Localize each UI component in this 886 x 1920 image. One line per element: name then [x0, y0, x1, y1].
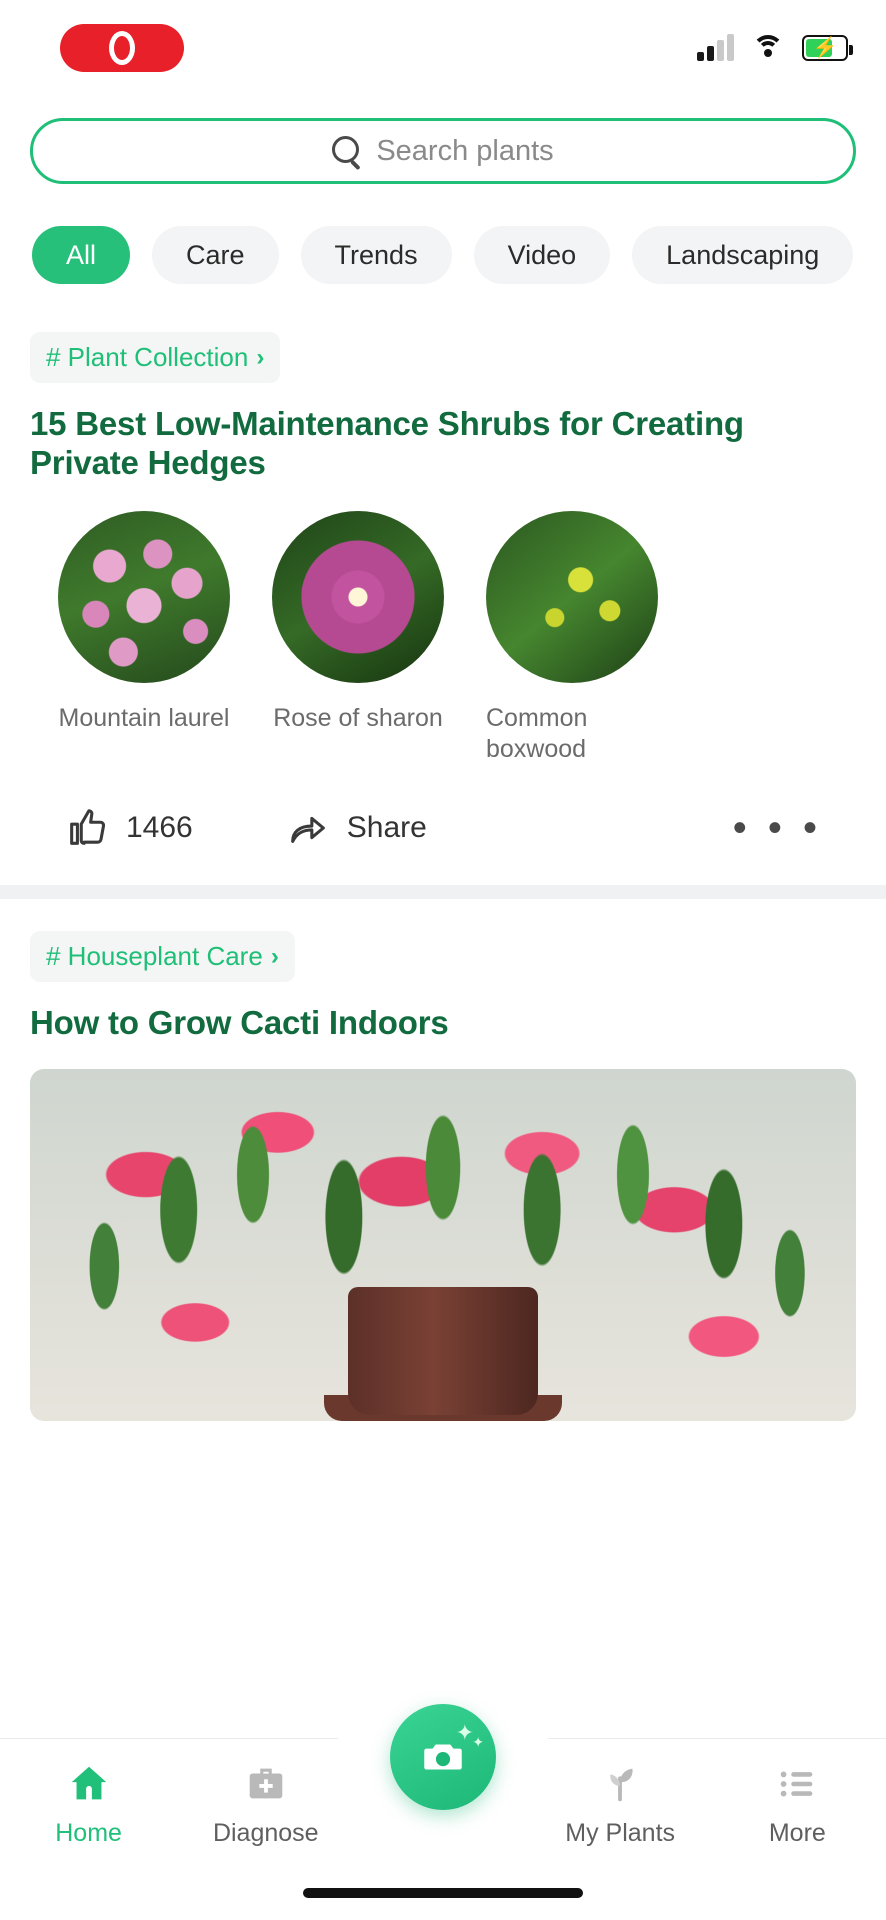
category-chips[interactable]: All Care Trends Video Landscaping [0, 225, 886, 285]
plant-name: Rose of sharon [273, 703, 443, 732]
plant-name: Common boxwood [486, 703, 588, 764]
first-aid-kit-icon [249, 1768, 283, 1799]
article-tag-plant-collection[interactable]: # Plant Collection › [30, 332, 281, 383]
chip-landscaping[interactable]: Landscaping [632, 226, 854, 284]
article-tag-label: # Plant Collection [46, 342, 249, 372]
search-icon [332, 136, 362, 166]
article-card-cacti[interactable]: # Houseplant Care › How to Grow Cacti In… [0, 899, 886, 1043]
tab-label: More [768, 1819, 826, 1847]
status-icons: ⚡ [697, 34, 853, 61]
chip-care[interactable]: Care [152, 226, 279, 284]
article-feed: # Plant Collection › 15 Best Low-Mainten… [0, 300, 886, 1920]
home-indicator[interactable] [303, 1888, 583, 1898]
article-hero-image[interactable] [30, 1069, 856, 1422]
plant-thumbnail-row[interactable]: Mountain laurel Rose of sharon Common bo… [30, 510, 856, 766]
thumbs-up-icon [70, 809, 106, 846]
tab-label: Home [55, 1819, 122, 1847]
plant-item[interactable]: Rose of sharon [272, 510, 444, 766]
recording-pill [60, 24, 184, 72]
app-screen: ⚡ Search plants All Care Trends Video La… [0, 0, 886, 1920]
plant-thumbnail-image [58, 510, 230, 683]
wifi-icon [752, 35, 784, 61]
article-tag-houseplant-care[interactable]: # Houseplant Care › [30, 931, 295, 983]
ellipsis-icon[interactable]: • • • [733, 808, 822, 848]
share-label: Share [346, 811, 427, 845]
article-actions: 1466 Share • • • [30, 805, 856, 885]
chevron-right-icon: › [256, 343, 265, 371]
list-menu-icon [781, 1771, 813, 1797]
share-arrow-icon [290, 817, 325, 844]
tab-label: My Plants [565, 1819, 676, 1847]
article-tag-label: # Houseplant Care [46, 941, 263, 972]
search-bar[interactable]: Search plants [30, 118, 856, 184]
home-icon [71, 1766, 106, 1800]
article-headline: How to Grow Cacti Indoors [30, 1004, 449, 1042]
cellular-signal-icon [697, 34, 734, 61]
chevron-right-icon: › [270, 942, 279, 970]
plant-thumbnail-image [272, 510, 444, 683]
tab-label: Diagnose [212, 1819, 319, 1847]
plant-item[interactable]: Mountain laurel [58, 510, 230, 766]
tab-more[interactable]: More [722, 1761, 872, 1848]
flower-pot [348, 1287, 538, 1416]
tab-home[interactable]: Home [14, 1761, 164, 1848]
search-input[interactable]: Search plants [30, 118, 856, 184]
chip-all[interactable]: All [32, 226, 131, 284]
plant-sprout-icon [610, 1768, 633, 1802]
tab-diagnose[interactable]: Diagnose [191, 1761, 341, 1848]
share-button[interactable]: Share [285, 805, 427, 851]
camera-identify-button[interactable]: ✦ ✦ [390, 1704, 496, 1810]
section-divider [0, 885, 886, 900]
battery-charging-icon: ⚡ [802, 35, 853, 61]
article-headline: 15 Best Low-Maintenance Shrubs for Creat… [30, 405, 744, 481]
sparkle-small-icon: ✦ [472, 1734, 484, 1750]
record-icon [109, 31, 135, 65]
article-card-shrubs[interactable]: # Plant Collection › 15 Best Low-Mainten… [0, 300, 886, 885]
search-placeholder: Search plants [376, 134, 554, 167]
chip-trends[interactable]: Trends [300, 226, 452, 284]
like-count: 1466 [126, 811, 193, 845]
chip-video[interactable]: Video [473, 226, 611, 284]
status-bar: ⚡ [0, 0, 886, 96]
tab-my-plants[interactable]: My Plants [545, 1761, 695, 1848]
plant-item[interactable]: Common boxwood [486, 510, 658, 766]
sparkle-icon: ✦ [455, 1720, 474, 1745]
plant-name: Mountain laurel [58, 703, 230, 732]
plant-thumbnail-image [486, 510, 658, 683]
like-button[interactable]: 1466 [64, 805, 193, 851]
